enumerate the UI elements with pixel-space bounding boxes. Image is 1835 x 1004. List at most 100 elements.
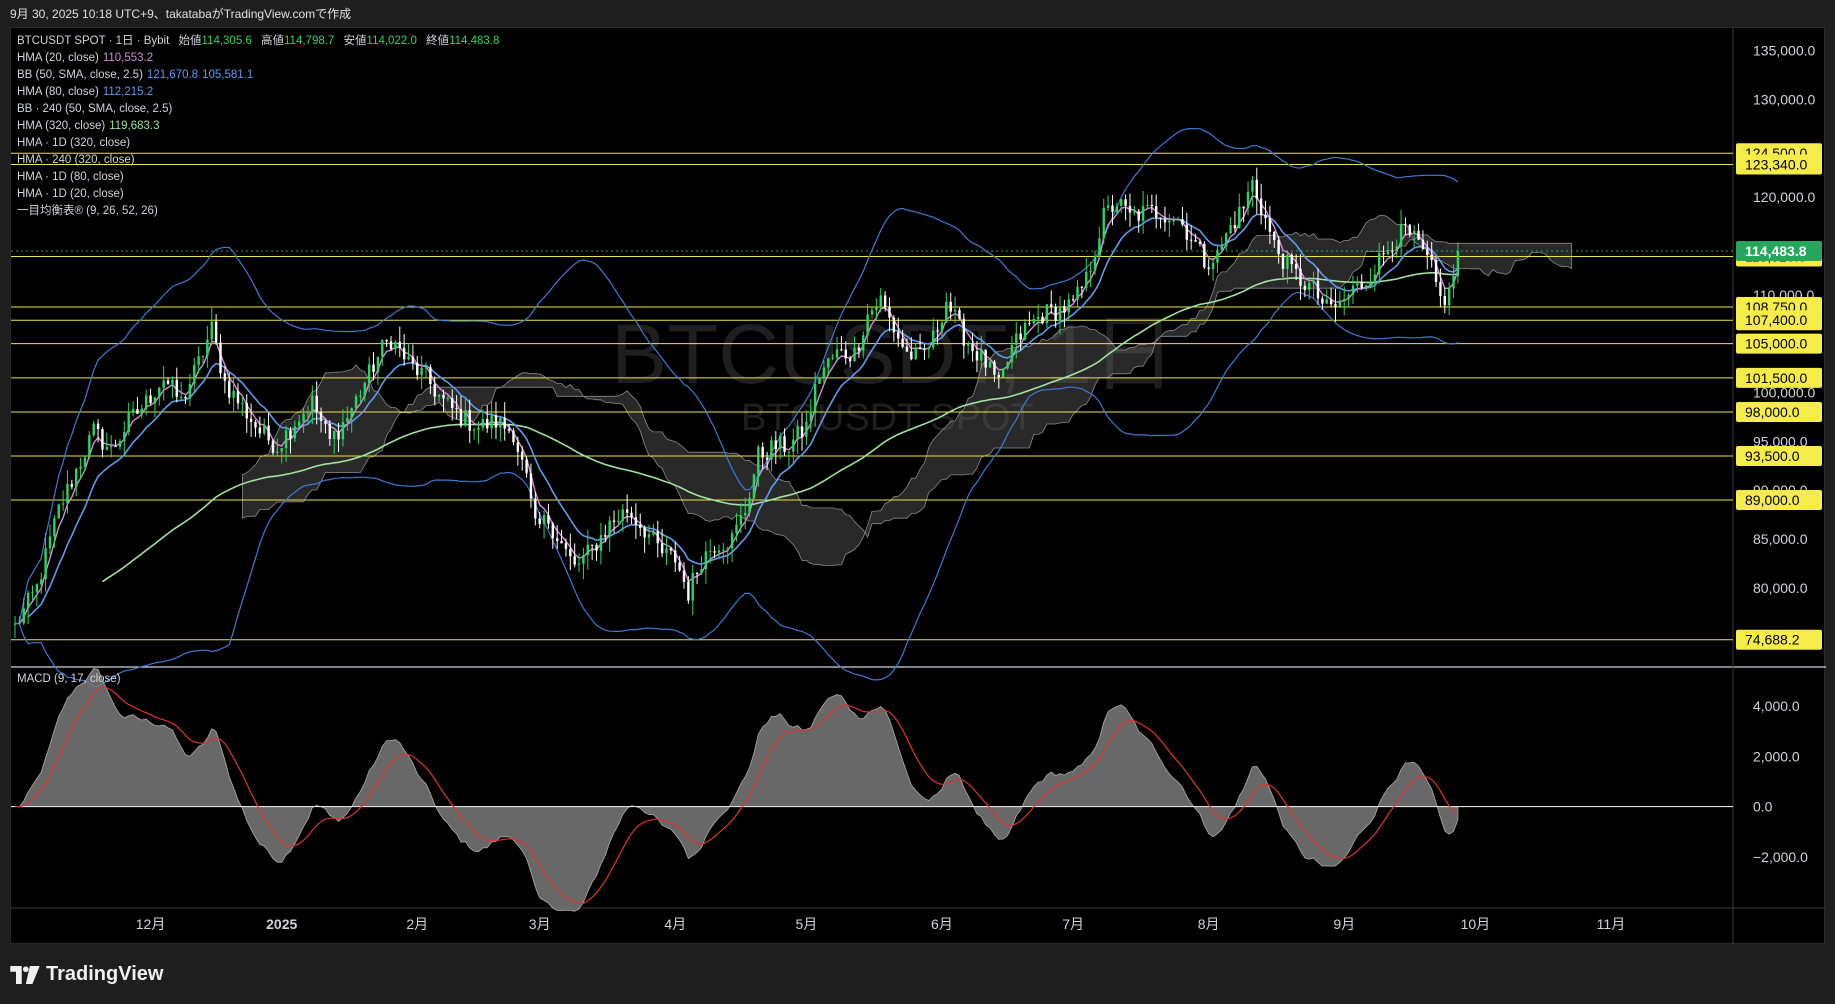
level-price-label[interactable]: 98,000.0 [1736, 402, 1822, 422]
candle-body [670, 548, 672, 550]
candle [578, 553, 580, 572]
candle-body [613, 521, 615, 522]
indicator-row[interactable]: HMA (320, close)119,683.3 [17, 118, 499, 135]
indicator-row[interactable]: HMA · 1D (320, close) [17, 135, 499, 152]
high-value: 114,798.7 [284, 35, 334, 47]
indicator-row[interactable]: 一目均衡表® (9, 26, 52, 26) [17, 203, 499, 220]
candle-body [206, 340, 208, 356]
indicator-row[interactable]: BB · 240 (50, SMA, close, 2.5) [17, 101, 499, 118]
candle-body [224, 373, 226, 381]
candle-body [652, 531, 654, 534]
candle-body [1343, 299, 1345, 301]
candle-body [928, 347, 930, 349]
macd-legend[interactable]: MACD (9, 17, close) [17, 673, 121, 685]
candle-body [455, 408, 457, 409]
candle-body [788, 452, 790, 453]
candle-body [101, 429, 103, 450]
candle [617, 510, 619, 526]
brand-name: TradingView [46, 963, 163, 986]
candle [1129, 194, 1131, 227]
candle-body [1054, 307, 1056, 321]
candle-body [464, 410, 466, 426]
candle [75, 468, 77, 497]
candle-body [692, 573, 694, 601]
candle-body [403, 348, 405, 359]
candle-body [945, 302, 947, 323]
indicator-name: BB · 240 (50, SMA, close, 2.5) [17, 103, 172, 115]
price-tick-label: 85,000.0 [1753, 531, 1808, 547]
candle [425, 362, 427, 377]
level-price-label[interactable]: 101,500.0 [1736, 368, 1822, 388]
indicator-row[interactable]: BB (50, SMA, close, 2.5)121,670.8105,581… [17, 67, 499, 84]
candle [62, 490, 64, 511]
level-price-label[interactable]: 123,340.0 [1736, 155, 1822, 175]
candle [657, 521, 659, 558]
macd-label: MACD (9, 17, close) [17, 673, 121, 685]
candle-body [1304, 286, 1306, 290]
indicator-row[interactable]: HMA (80, close)112,215.2 [17, 84, 499, 101]
candle-body [639, 525, 641, 528]
candle-body [845, 349, 847, 358]
candle [1452, 264, 1454, 298]
candle [652, 524, 654, 537]
candle-body [538, 519, 540, 524]
candle-body [1452, 276, 1454, 289]
candle-body [1308, 283, 1310, 290]
candle-body [167, 381, 169, 384]
indicator-row[interactable]: HMA · 1D (20, close) [17, 186, 499, 203]
indicator-name: BB (50, SMA, close, 2.5) [17, 69, 143, 81]
main-legend: BTCUSDT SPOT · 1日 · Bybit 始値114,305.6 高値… [17, 33, 499, 220]
candle-body [434, 384, 436, 397]
candle [141, 404, 143, 418]
indicator-row[interactable]: HMA · 1D (80, close) [17, 169, 499, 186]
candle [162, 366, 164, 401]
candle-body [1103, 208, 1105, 239]
candle-body [149, 395, 151, 403]
candle-body [823, 368, 825, 378]
candle [31, 586, 33, 600]
candle-body [748, 498, 750, 513]
indicator-name: HMA · 240 (320, close) [17, 154, 135, 166]
candle-body [180, 397, 182, 398]
candle [390, 336, 392, 350]
tradingview-brand[interactable]: TradingView [10, 963, 163, 986]
level-label-text: 89,000.0 [1745, 492, 1800, 508]
candle-body [1444, 296, 1446, 305]
candle [14, 616, 16, 638]
candle-body [193, 365, 195, 384]
candle-body [792, 440, 794, 452]
candle [119, 439, 121, 450]
indicator-row[interactable]: HMA · 240 (320, close) [17, 152, 499, 169]
candle-body [368, 364, 370, 383]
candle-body [1361, 282, 1363, 288]
level-price-label[interactable]: 105,000.0 [1736, 334, 1822, 354]
level-price-label[interactable]: 93,500.0 [1736, 446, 1822, 466]
time-axis-label: 8月 [1198, 916, 1220, 932]
level-price-label[interactable]: 107,400.0 [1736, 310, 1822, 330]
candle-body [1260, 199, 1262, 216]
candle [272, 439, 274, 455]
last-price-text: 114,483.8 [1745, 243, 1807, 259]
indicator-row[interactable]: HMA (20, close)110,553.2 [17, 50, 499, 67]
symbol-row[interactable]: BTCUSDT SPOT · 1日 · Bybit 始値114,305.6 高値… [17, 33, 499, 50]
level-price-label[interactable]: 89,000.0 [1736, 490, 1822, 510]
candle [692, 565, 694, 615]
level-price-label[interactable]: 74,688.2 [1736, 630, 1822, 650]
last-price-label[interactable]: 114,483.8 [1736, 241, 1822, 261]
candle-body [884, 295, 886, 306]
level-label-text: 107,400.0 [1745, 312, 1807, 328]
candle-body [281, 448, 283, 452]
candle [761, 442, 763, 469]
chart-header-text: 9月 30, 2025 10:18 UTC+9、takatabaがTrading… [10, 5, 351, 22]
candle-body [1409, 225, 1411, 235]
candle-body [1286, 255, 1288, 269]
candle-body [307, 413, 309, 414]
candle [88, 431, 90, 459]
candle [1229, 217, 1231, 234]
candle-body [901, 339, 903, 347]
candle-body [840, 349, 842, 350]
candle [582, 548, 584, 579]
candle-body [805, 422, 807, 437]
candle [1339, 291, 1341, 308]
candle-body [1120, 199, 1122, 206]
